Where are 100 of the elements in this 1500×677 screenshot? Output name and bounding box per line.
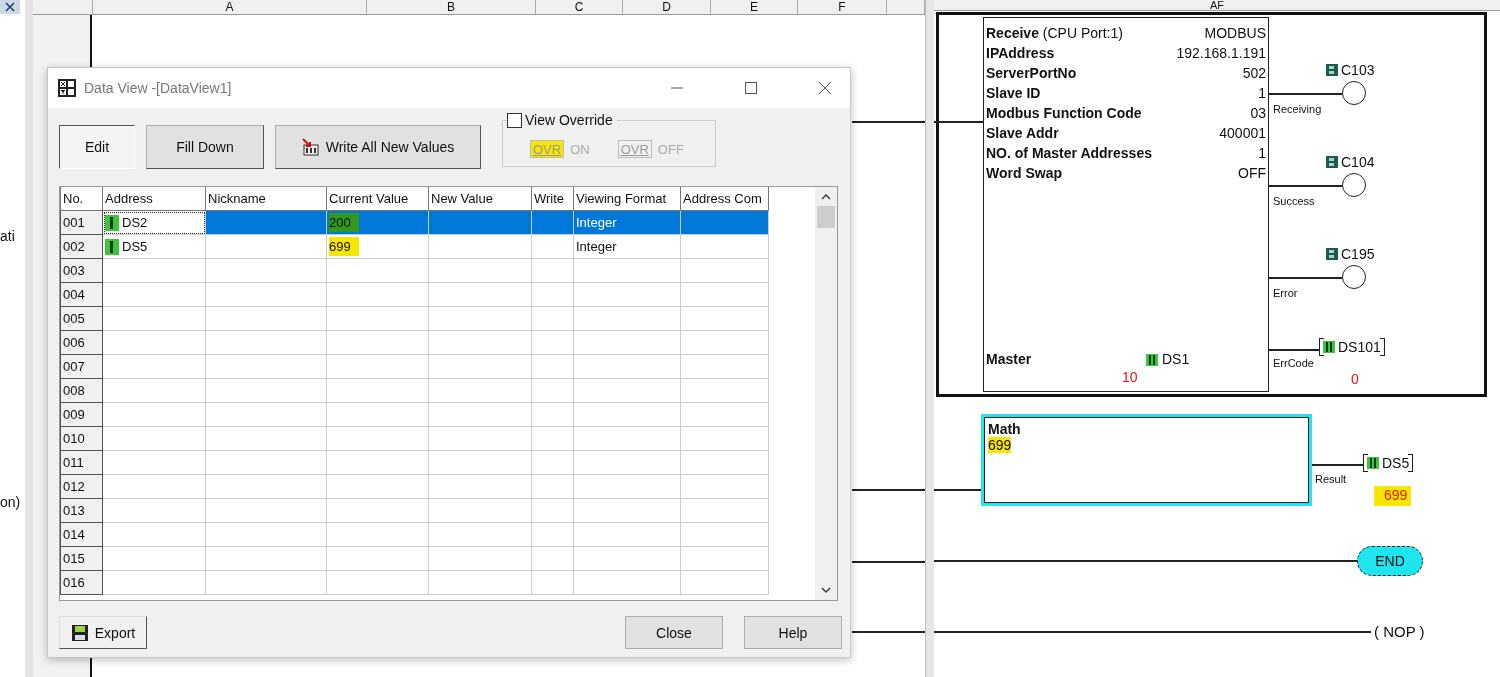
table-cell[interactable] bbox=[573, 474, 681, 499]
table-cell[interactable]: Integer bbox=[573, 234, 681, 259]
table-cell[interactable] bbox=[428, 330, 532, 355]
table-cell[interactable] bbox=[326, 546, 429, 571]
table-cell[interactable] bbox=[102, 378, 206, 403]
math-block[interactable]: Math 699 bbox=[981, 414, 1312, 506]
table-cell[interactable] bbox=[428, 474, 532, 499]
table-cell[interactable] bbox=[326, 330, 429, 355]
table-cell[interactable] bbox=[205, 306, 327, 331]
scroll-down-icon[interactable] bbox=[820, 586, 832, 594]
checkbox[interactable] bbox=[507, 112, 522, 128]
toolbar-button[interactable]: Fill Down bbox=[146, 125, 264, 169]
table-cell[interactable] bbox=[428, 306, 532, 331]
table-cell[interactable] bbox=[326, 498, 429, 523]
table-cell[interactable] bbox=[102, 282, 206, 307]
table-cell[interactable] bbox=[205, 234, 327, 259]
table-cell[interactable] bbox=[428, 570, 532, 595]
row-header[interactable]: 011 bbox=[60, 450, 103, 475]
table-cell[interactable] bbox=[573, 378, 681, 403]
table-cell[interactable]: DS5 bbox=[102, 234, 206, 259]
table-cell[interactable] bbox=[680, 354, 769, 379]
table-cell[interactable] bbox=[326, 474, 429, 499]
table-cell[interactable] bbox=[428, 258, 532, 283]
table-cell[interactable] bbox=[102, 546, 206, 571]
table-cell[interactable] bbox=[573, 282, 681, 307]
table-cell[interactable] bbox=[428, 426, 532, 451]
table-cell[interactable] bbox=[102, 306, 206, 331]
table-cell[interactable] bbox=[102, 402, 206, 427]
table-cell[interactable] bbox=[205, 522, 327, 547]
table-cell[interactable] bbox=[205, 402, 327, 427]
table-cell[interactable] bbox=[428, 354, 532, 379]
table-cell[interactable] bbox=[680, 450, 769, 475]
toolbar-button[interactable]: Write All New Values bbox=[275, 125, 481, 169]
table-cell[interactable] bbox=[205, 378, 327, 403]
table-cell[interactable] bbox=[428, 546, 532, 571]
close-icon[interactable] bbox=[0, 0, 20, 14]
table-cell[interactable] bbox=[205, 330, 327, 355]
dialog-button[interactable]: Export bbox=[59, 616, 147, 649]
table-cell[interactable] bbox=[428, 234, 532, 259]
row-header[interactable]: 012 bbox=[60, 474, 103, 499]
table-cell[interactable] bbox=[531, 282, 574, 307]
row-header[interactable]: 016 bbox=[60, 570, 103, 595]
scrollbar[interactable] bbox=[815, 187, 837, 600]
table-cell[interactable] bbox=[531, 498, 574, 523]
table-cell[interactable] bbox=[680, 498, 769, 523]
table-cell[interactable] bbox=[102, 474, 206, 499]
table-cell[interactable] bbox=[205, 258, 327, 283]
table-cell[interactable] bbox=[573, 570, 681, 595]
table-cell[interactable] bbox=[531, 378, 574, 403]
table-cell[interactable] bbox=[531, 258, 574, 283]
table-cell[interactable]: DS2 bbox=[102, 210, 206, 235]
table-cell[interactable] bbox=[573, 546, 681, 571]
table-cell[interactable] bbox=[326, 450, 429, 475]
table-cell[interactable] bbox=[680, 402, 769, 427]
row-header[interactable]: 006 bbox=[60, 330, 103, 355]
table-cell[interactable] bbox=[680, 210, 769, 235]
table-cell[interactable] bbox=[205, 210, 327, 235]
row-header[interactable]: 008 bbox=[60, 378, 103, 403]
table-cell[interactable] bbox=[102, 450, 206, 475]
table-cell[interactable] bbox=[573, 498, 681, 523]
table-cell[interactable] bbox=[428, 522, 532, 547]
table-cell[interactable] bbox=[326, 282, 429, 307]
table-cell[interactable] bbox=[680, 330, 769, 355]
table-cell[interactable] bbox=[680, 234, 769, 259]
table-cell[interactable] bbox=[573, 402, 681, 427]
table-cell[interactable] bbox=[102, 426, 206, 451]
table-cell[interactable] bbox=[205, 546, 327, 571]
table-cell[interactable] bbox=[326, 570, 429, 595]
table-cell[interactable] bbox=[531, 474, 574, 499]
table-cell[interactable] bbox=[102, 522, 206, 547]
table-cell[interactable] bbox=[102, 258, 206, 283]
table-cell[interactable] bbox=[102, 354, 206, 379]
table-cell[interactable] bbox=[531, 522, 574, 547]
row-header[interactable]: 013 bbox=[60, 498, 103, 523]
table-cell[interactable] bbox=[428, 210, 532, 235]
table-cell[interactable]: 699 bbox=[326, 234, 429, 259]
table-cell[interactable] bbox=[326, 402, 429, 427]
table-cell[interactable] bbox=[573, 306, 681, 331]
close-icon[interactable] bbox=[818, 81, 832, 95]
table-cell[interactable] bbox=[326, 354, 429, 379]
table-cell[interactable] bbox=[573, 258, 681, 283]
table-cell[interactable] bbox=[531, 546, 574, 571]
table-cell[interactable] bbox=[531, 426, 574, 451]
row-header[interactable]: 003 bbox=[60, 258, 103, 283]
table-cell[interactable] bbox=[680, 306, 769, 331]
row-header[interactable]: 002 bbox=[60, 234, 103, 259]
table-cell[interactable] bbox=[573, 426, 681, 451]
table-cell[interactable] bbox=[205, 570, 327, 595]
row-header[interactable]: 015 bbox=[60, 546, 103, 571]
table-cell[interactable] bbox=[680, 474, 769, 499]
receive-block[interactable]: Receive (CPU Port:1) MODBUS IPAddress 192.168.1.191 ServerPortNo 502 Slave ID 1 Modbus Function Code 03 Slave Addr 400001 NO. of Master Addresses 1 Word Swap OFF Master DS1 10 bbox=[983, 17, 1269, 392]
table-cell[interactable] bbox=[326, 426, 429, 451]
scroll-thumb[interactable] bbox=[817, 206, 835, 228]
table-cell[interactable] bbox=[531, 354, 574, 379]
row-header[interactable]: 014 bbox=[60, 522, 103, 547]
table-cell[interactable] bbox=[205, 474, 327, 499]
toolbar-button[interactable]: Edit bbox=[59, 125, 135, 169]
row-header[interactable]: 005 bbox=[60, 306, 103, 331]
table-cell[interactable] bbox=[326, 522, 429, 547]
table-cell[interactable] bbox=[531, 234, 574, 259]
